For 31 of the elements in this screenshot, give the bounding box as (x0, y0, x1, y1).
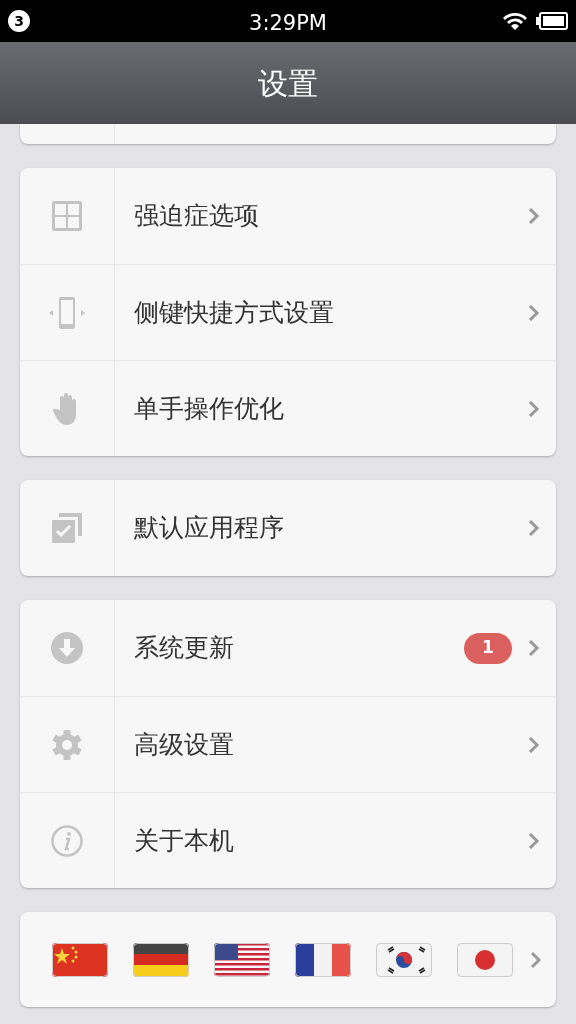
page-title: 设置 (258, 64, 318, 103)
chevron-icon (528, 831, 540, 850)
settings-item[interactable]: 单手操作优化 (20, 360, 556, 456)
settings-item[interactable]: 高级设置 (20, 696, 556, 792)
settings-item[interactable]: 默认应用程序 (20, 480, 556, 576)
flag-icon[interactable] (376, 942, 432, 977)
chevron-icon (528, 639, 540, 657)
download-icon (51, 632, 83, 664)
chevron-icon (528, 519, 540, 537)
settings-item[interactable]: 关于本机 (20, 792, 556, 888)
chevron-icon (528, 303, 540, 322)
grid-icon (51, 200, 83, 232)
settings-icon (51, 728, 83, 761)
info-icon (51, 824, 83, 857)
notification-count: 3 (8, 10, 30, 32)
chevron-icon (528, 735, 540, 754)
battery-icon (536, 12, 568, 30)
settings-item[interactable]: 侧键快捷方式设置 (20, 264, 556, 360)
flag-icon[interactable] (214, 942, 270, 977)
count-badge: 1 (464, 632, 512, 664)
chevron-icon (528, 207, 540, 225)
chevron-icon (530, 950, 542, 969)
wifi-icon (502, 11, 528, 31)
chevron-icon (528, 399, 540, 418)
clock-time: 3:29PM (249, 10, 327, 37)
settings-item[interactable]: 系统更新 1 (20, 600, 556, 696)
flag-icon[interactable] (133, 942, 189, 977)
phone-icon (49, 295, 85, 330)
flag-icon[interactable] (295, 942, 351, 977)
checkbox-icon (51, 512, 83, 544)
settings-item[interactable]: 强迫症选项 (20, 168, 556, 264)
